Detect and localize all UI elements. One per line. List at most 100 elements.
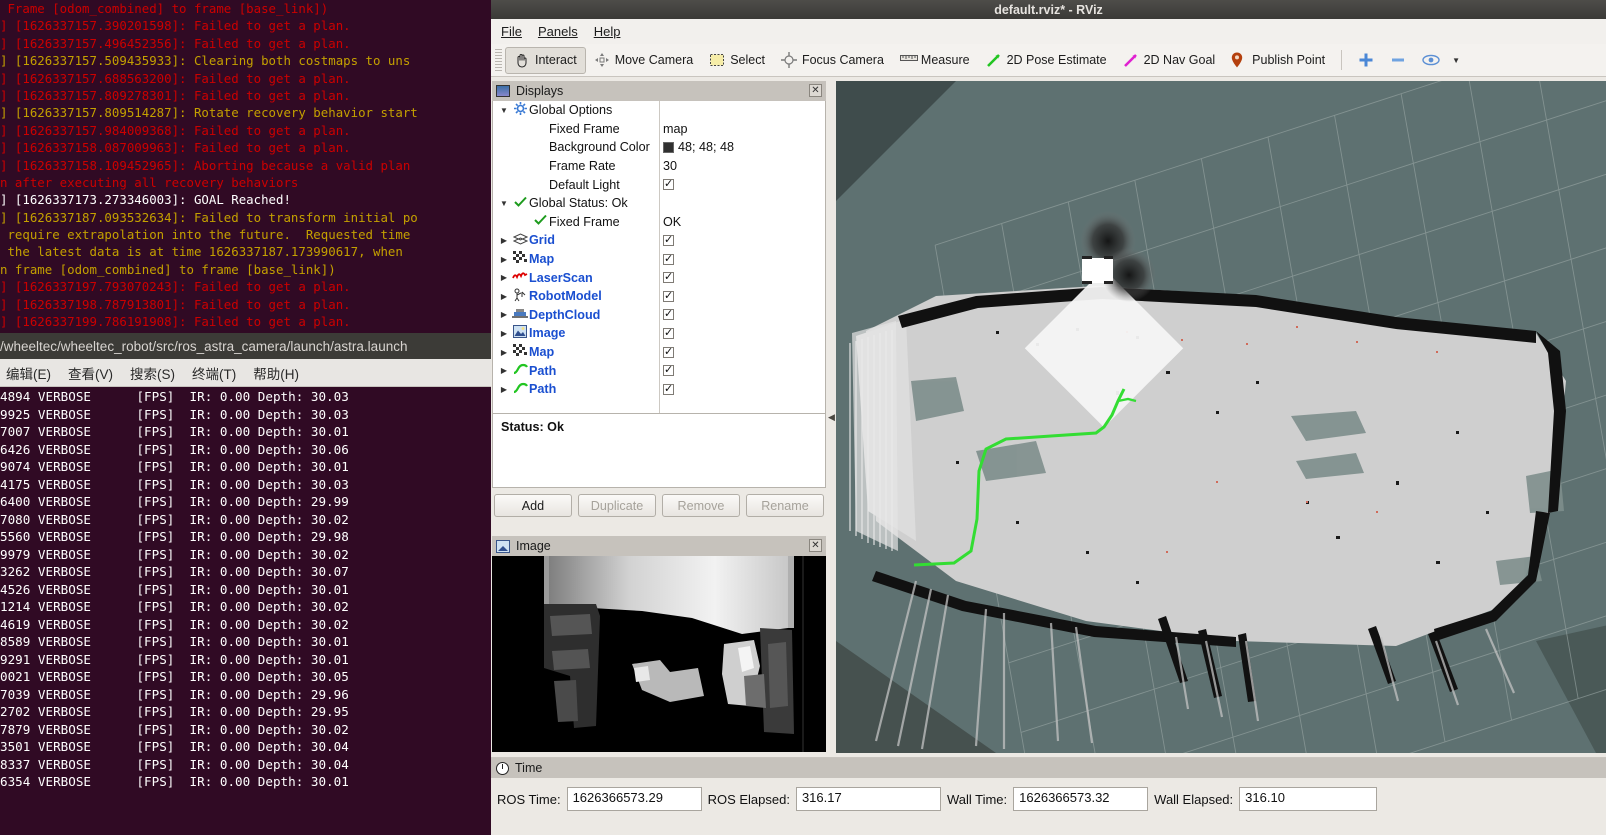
checkbox-checked[interactable] xyxy=(663,177,674,191)
terminal-menu-help[interactable]: 帮助(H) xyxy=(253,363,299,383)
terminal-menu-search[interactable]: 搜索(S) xyxy=(130,363,175,383)
plus-icon-button[interactable] xyxy=(1350,47,1382,74)
color-swatch[interactable] xyxy=(663,141,674,153)
display-row-background-color[interactable]: Background Color 48; 48; 48 xyxy=(493,138,825,157)
menu-help[interactable]: Help xyxy=(594,24,621,39)
display-row-value[interactable] xyxy=(663,307,674,321)
checkbox-checked[interactable] xyxy=(663,233,674,246)
display-row-value[interactable] xyxy=(663,326,674,339)
rviz-toolbar[interactable]: Interact Move Camera Select Focus Camera Mea… xyxy=(491,44,1606,77)
displays-tree[interactable]: ▼ Global Options Fixed Frame map Background … xyxy=(492,101,826,414)
terminal-fps-line: 7879 VERBOSE [FPS] IR: 0.00 Depth: 30.02 xyxy=(0,721,349,737)
menu-file[interactable]: File xyxy=(501,24,522,39)
display-row-grid[interactable]: ▶ Grid xyxy=(493,231,825,250)
display-row-robotmodel[interactable]: ▶ RobotModel xyxy=(493,287,825,306)
display-row-depthcloud[interactable]: ▶ DepthCloud xyxy=(493,306,825,325)
display-row-value[interactable] xyxy=(663,270,674,284)
display-row-fixed-frame[interactable]: Fixed Frame OK xyxy=(493,213,825,232)
display-row-label: Background Color xyxy=(549,140,650,155)
display-row-path[interactable]: ▶ Path xyxy=(493,380,825,399)
display-row-value[interactable] xyxy=(663,382,674,395)
toolbar-measure-button[interactable]: Measure xyxy=(892,47,978,74)
chevron-down-icon[interactable]: ▼ xyxy=(497,106,511,115)
close-icon[interactable]: ✕ xyxy=(809,539,822,552)
time-input-wall-time[interactable]: 1626366573.32 xyxy=(1013,787,1149,811)
display-row-value[interactable] xyxy=(663,345,674,358)
displays-button-row[interactable]: Add Duplicate Remove Rename xyxy=(492,488,826,517)
chevron-right-icon[interactable]: ▶ xyxy=(497,273,511,282)
display-row-map[interactable]: ▶ Map xyxy=(493,343,825,362)
left-dock-splitter[interactable]: ◀ xyxy=(827,81,836,753)
minus-icon-button[interactable] xyxy=(1382,47,1414,74)
time-input-ros-elapsed[interactable]: 316.17 xyxy=(795,787,941,811)
toolbar-grip[interactable] xyxy=(495,49,502,71)
path-icon xyxy=(511,363,529,378)
display-row-frame-rate[interactable]: Frame Rate 30 xyxy=(493,157,825,176)
chevron-right-icon[interactable]: ▶ xyxy=(497,310,511,319)
checkbox-checked[interactable] xyxy=(663,307,674,321)
chevron-right-icon[interactable]: ▶ xyxy=(497,348,511,357)
time-fields-row[interactable]: ROS Time: 1626366573.29 ROS Elapsed: 316.17… xyxy=(491,778,1606,820)
terminal-fps-line: 9979 VERBOSE [FPS] IR: 0.00 Depth: 30.02 xyxy=(0,546,349,562)
checkbox-checked[interactable] xyxy=(663,252,674,265)
toolbar-publish-point-button[interactable]: Publish Point xyxy=(1223,47,1333,74)
display-row-map[interactable]: ▶ Map xyxy=(493,250,825,269)
menu-panels[interactable]: Panels xyxy=(538,24,578,39)
display-row-label: Path xyxy=(529,363,557,378)
checkbox-checked[interactable] xyxy=(663,382,674,395)
toolbar-select-button[interactable]: Select xyxy=(701,47,773,74)
terminal-menu-view[interactable]: 查看(V) xyxy=(68,363,113,383)
chevron-right-icon[interactable]: ▶ xyxy=(497,385,511,394)
grid-icon xyxy=(511,233,529,248)
display-row-value[interactable] xyxy=(663,233,674,246)
displays-panel-header: Displays ✕ xyxy=(492,81,826,101)
terminal-menu-terminal[interactable]: 终端(T) xyxy=(192,363,236,383)
checkbox-checked[interactable] xyxy=(663,326,674,339)
chevron-right-icon[interactable]: ▶ xyxy=(497,236,511,245)
close-icon[interactable]: ✕ xyxy=(809,84,822,97)
displays-status-box: Status: Ok xyxy=(492,414,826,488)
chevron-right-icon[interactable]: ▶ xyxy=(497,255,511,264)
map-icon xyxy=(511,251,529,267)
display-row-value[interactable] xyxy=(663,289,674,302)
display-row-value[interactable] xyxy=(663,177,674,191)
rviz-menu-bar[interactable]: File Panels Help xyxy=(491,19,1606,44)
time-input-ros-time[interactable]: 1626366573.29 xyxy=(566,787,702,811)
chevron-right-icon[interactable]: ▶ xyxy=(497,366,511,375)
laserscan-icon xyxy=(511,270,529,285)
toolbar-overflow-chevron-down-icon[interactable]: ▼ xyxy=(1452,56,1460,65)
toolbar-move-camera-button[interactable]: Move Camera xyxy=(586,47,702,74)
chevron-down-icon[interactable]: ▼ xyxy=(497,199,511,208)
add-button[interactable]: Add xyxy=(494,494,572,517)
display-row-image[interactable]: ▶ Image xyxy=(493,324,825,343)
terminal-log-line: ] [1626337157.688563200]: Failed to get … xyxy=(0,70,351,86)
toolbar-interact-button[interactable]: Interact xyxy=(505,46,586,74)
chevron-right-icon[interactable]: ▶ xyxy=(497,329,511,338)
terminal-menu-edit[interactable]: 编辑(E) xyxy=(6,363,51,383)
eye-icon-button[interactable] xyxy=(1414,47,1448,74)
display-row-global-options[interactable]: ▼ Global Options xyxy=(493,101,825,120)
terminal-title-bar: /wheeltec/wheeltec_robot/src/ros_astra_c… xyxy=(0,333,491,359)
checkbox-checked[interactable] xyxy=(663,270,674,284)
terminal-fps-line: 8337 VERBOSE [FPS] IR: 0.00 Depth: 30.04 xyxy=(0,756,349,772)
terminal-menu-bar[interactable]: 编辑(E) 查看(V) 搜索(S) 终端(T) 帮助(H) xyxy=(0,359,491,387)
time-input-wall-elapsed[interactable]: 316.10 xyxy=(1239,787,1378,811)
display-row-laserscan[interactable]: ▶ LaserScan xyxy=(493,268,825,287)
display-row-value[interactable] xyxy=(663,252,674,265)
checkbox-checked[interactable] xyxy=(663,345,674,358)
display-row-global-status-ok[interactable]: ▼ Global Status: Ok xyxy=(493,194,825,213)
display-row-value[interactable] xyxy=(663,363,674,377)
terminal-log-line: ] [1626337157.496452356]: Failed to get … xyxy=(0,35,351,51)
display-row-default-light[interactable]: Default Light xyxy=(493,175,825,194)
display-row-path[interactable]: ▶ Path xyxy=(493,361,825,380)
checkbox-checked[interactable] xyxy=(663,363,674,377)
toolbar-focus-camera-button[interactable]: Focus Camera xyxy=(773,47,892,74)
chevron-right-icon[interactable]: ▶ xyxy=(497,292,511,301)
path-icon xyxy=(511,382,529,397)
toolbar-2d-nav-goal-button[interactable]: 2D Nav Goal xyxy=(1115,47,1224,74)
checkbox-checked[interactable] xyxy=(663,289,674,302)
nav-goal-icon xyxy=(1123,52,1139,68)
display-row-fixed-frame[interactable]: Fixed Frame map xyxy=(493,120,825,139)
toolbar-2d-pose-estimate-button[interactable]: 2D Pose Estimate xyxy=(978,47,1115,74)
rviz-3d-viewport[interactable] xyxy=(836,81,1606,753)
